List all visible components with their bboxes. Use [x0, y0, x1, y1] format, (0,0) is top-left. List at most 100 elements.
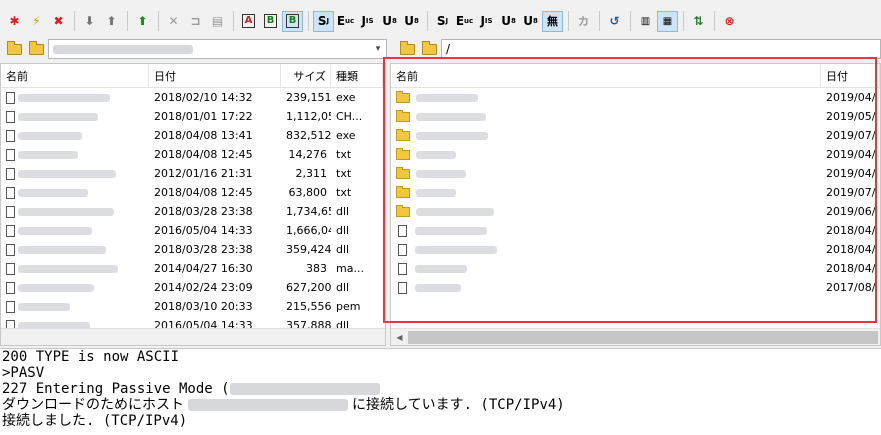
table-row[interactable]: 2019/07/	[391, 126, 880, 145]
row-date: 2018/04/08 12:45	[154, 148, 253, 161]
host-encoding-sjis-icon[interactable]: SJ	[432, 11, 453, 32]
local-file-list[interactable]: 名前 日付 サイズ 種類 2018/02/10 14:32 239,151 exe 2…	[0, 63, 386, 346]
connect-icon[interactable]: ✱	[4, 11, 25, 32]
row-name	[391, 224, 821, 237]
transfer-auto-icon[interactable]: B	[282, 10, 303, 32]
local-hscrollbar[interactable]	[1, 328, 385, 345]
host-encoding-utf8-icon[interactable]: U8	[498, 11, 519, 32]
row-type: txt	[336, 167, 352, 180]
row-name	[1, 167, 149, 180]
scroll-left-icon[interactable]: ◀	[391, 333, 408, 342]
detail-view-icon[interactable]: ▦	[657, 10, 678, 32]
table-row[interactable]: 2016/05/04 14:33 1,666,048 dll	[1, 221, 385, 240]
redacted-filename	[416, 94, 478, 102]
column-name[interactable]: 名前	[1, 64, 149, 87]
table-row[interactable]: 2018/04/08 12:45 14,276 txt	[1, 145, 385, 164]
folder-icon	[396, 167, 410, 179]
local-path-input[interactable]: ▾	[48, 39, 387, 59]
row-size: 1,734,656	[286, 205, 331, 218]
chevron-down-icon[interactable]: ▾	[370, 40, 386, 58]
table-row[interactable]: 2014/02/24 23:09 627,200 dll	[1, 278, 385, 297]
row-size: 215,556	[286, 300, 331, 313]
disconnect-icon[interactable]: ✖	[48, 11, 69, 32]
toolbar-separator	[127, 11, 128, 31]
file-icon	[6, 187, 15, 199]
row-name	[391, 205, 821, 218]
rename-icon[interactable]: ⊐	[185, 11, 206, 32]
toolbar-separator	[427, 11, 428, 31]
column-date[interactable]: 日付	[821, 64, 880, 87]
table-row[interactable]: 2018/04/08 12:45 63,800 txt	[1, 183, 385, 202]
encoding-euc-icon[interactable]: Euc	[335, 11, 356, 32]
no-conversion-button[interactable]: 無	[542, 10, 563, 32]
table-row[interactable]: 2018/04/08 13:41 832,512 exe	[1, 126, 385, 145]
download-icon[interactable]: ⬇	[79, 11, 100, 32]
local-open-folder-icon[interactable]	[26, 40, 46, 58]
kana-convert-button[interactable]: カ	[573, 11, 594, 32]
refresh-icon[interactable]: ↺	[604, 11, 625, 32]
scroll-thumb[interactable]	[408, 330, 878, 344]
remote-open-folder-icon[interactable]	[419, 40, 439, 58]
column-size[interactable]: サイズ	[281, 64, 331, 87]
table-row[interactable]: 2018/03/28 23:38 359,424 dll	[1, 240, 385, 259]
remote-path-input[interactable]: /	[441, 39, 881, 59]
file-icon	[6, 225, 15, 237]
table-row[interactable]: 2018/03/10 20:33 215,556 pem	[1, 297, 385, 316]
transfer-ascii-icon[interactable]: A	[238, 11, 259, 32]
column-name[interactable]: 名前	[391, 64, 821, 87]
table-row[interactable]: 2017/08/	[391, 278, 880, 297]
row-type: pem	[336, 300, 361, 313]
column-type[interactable]: 種類	[331, 64, 383, 87]
mirror-upload-icon[interactable]: ⬆	[132, 11, 153, 32]
encoding-utf8n-icon[interactable]: U8	[401, 11, 422, 32]
table-row[interactable]: 2019/04/	[391, 88, 880, 107]
table-row[interactable]: 2018/01/01 17:22 1,112,058 CH...	[1, 107, 385, 126]
list-view-icon[interactable]: ▥	[635, 11, 656, 32]
file-icon	[6, 168, 15, 180]
table-row[interactable]: 2014/04/27 16:30 383 ma...	[1, 259, 385, 278]
redacted-filename	[18, 227, 92, 235]
table-row[interactable]: 2018/04/	[391, 240, 880, 259]
host-encoding-utf8n-icon[interactable]: U8	[520, 11, 541, 32]
toolbar-separator	[74, 11, 75, 31]
transfer-binary-icon[interactable]: B	[260, 11, 281, 32]
row-date: 2018/03/10 20:33	[154, 300, 253, 313]
quick-connect-icon[interactable]: ⚡	[26, 11, 47, 32]
remote-file-list[interactable]: 名前 日付 2019/04/2019/05/2019/07/2019/04/20…	[390, 63, 881, 346]
table-row[interactable]: 2019/04/	[391, 145, 880, 164]
stop-icon[interactable]: ⊗	[719, 11, 740, 32]
host-encoding-jis-icon[interactable]: J IS	[476, 11, 497, 32]
row-name	[391, 148, 821, 161]
log-line: >PASV	[2, 365, 45, 381]
local-up-folder-icon[interactable]	[4, 40, 24, 58]
table-row[interactable]: 2012/01/16 21:31 2,311 txt	[1, 164, 385, 183]
redacted-filename	[18, 208, 114, 216]
encoding-sjis-icon[interactable]: SJ	[313, 10, 334, 32]
table-row[interactable]: 2018/03/28 23:38 1,734,656 dll	[1, 202, 385, 221]
remote-up-folder-icon[interactable]	[397, 40, 417, 58]
table-row[interactable]: 2019/04/	[391, 164, 880, 183]
encoding-utf8-icon[interactable]: U8	[379, 11, 400, 32]
encoding-sjis-label: S	[317, 14, 327, 28]
table-row[interactable]: 2019/06/	[391, 202, 880, 221]
remote-hscrollbar[interactable]: ◀	[391, 328, 880, 345]
table-row[interactable]: 2018/02/10 14:32 239,151 exe	[1, 88, 385, 107]
table-row[interactable]: 2018/04/	[391, 259, 880, 278]
row-date: 2017/08/	[826, 281, 876, 294]
table-row[interactable]: 2019/05/	[391, 107, 880, 126]
delete-icon[interactable]: ✕	[163, 11, 184, 32]
encoding-jis-icon[interactable]: J IS	[357, 11, 378, 32]
column-date[interactable]: 日付	[149, 64, 281, 87]
sync-dirs-icon[interactable]: ⇅	[688, 11, 709, 32]
mkdir-icon[interactable]: ▤	[207, 11, 228, 32]
host-encoding-euc-icon[interactable]: Euc	[454, 11, 475, 32]
remote-list-header: 名前 日付	[391, 64, 880, 88]
table-row[interactable]: 2018/04/	[391, 221, 880, 240]
table-row[interactable]: 2019/07/	[391, 183, 880, 202]
redacted-filename	[18, 284, 94, 292]
row-name	[391, 262, 821, 275]
encoding-utf8-label: U	[382, 14, 392, 28]
row-name	[1, 148, 149, 161]
toolbar-separator	[308, 11, 309, 31]
upload-icon[interactable]: ⬆	[101, 11, 122, 32]
